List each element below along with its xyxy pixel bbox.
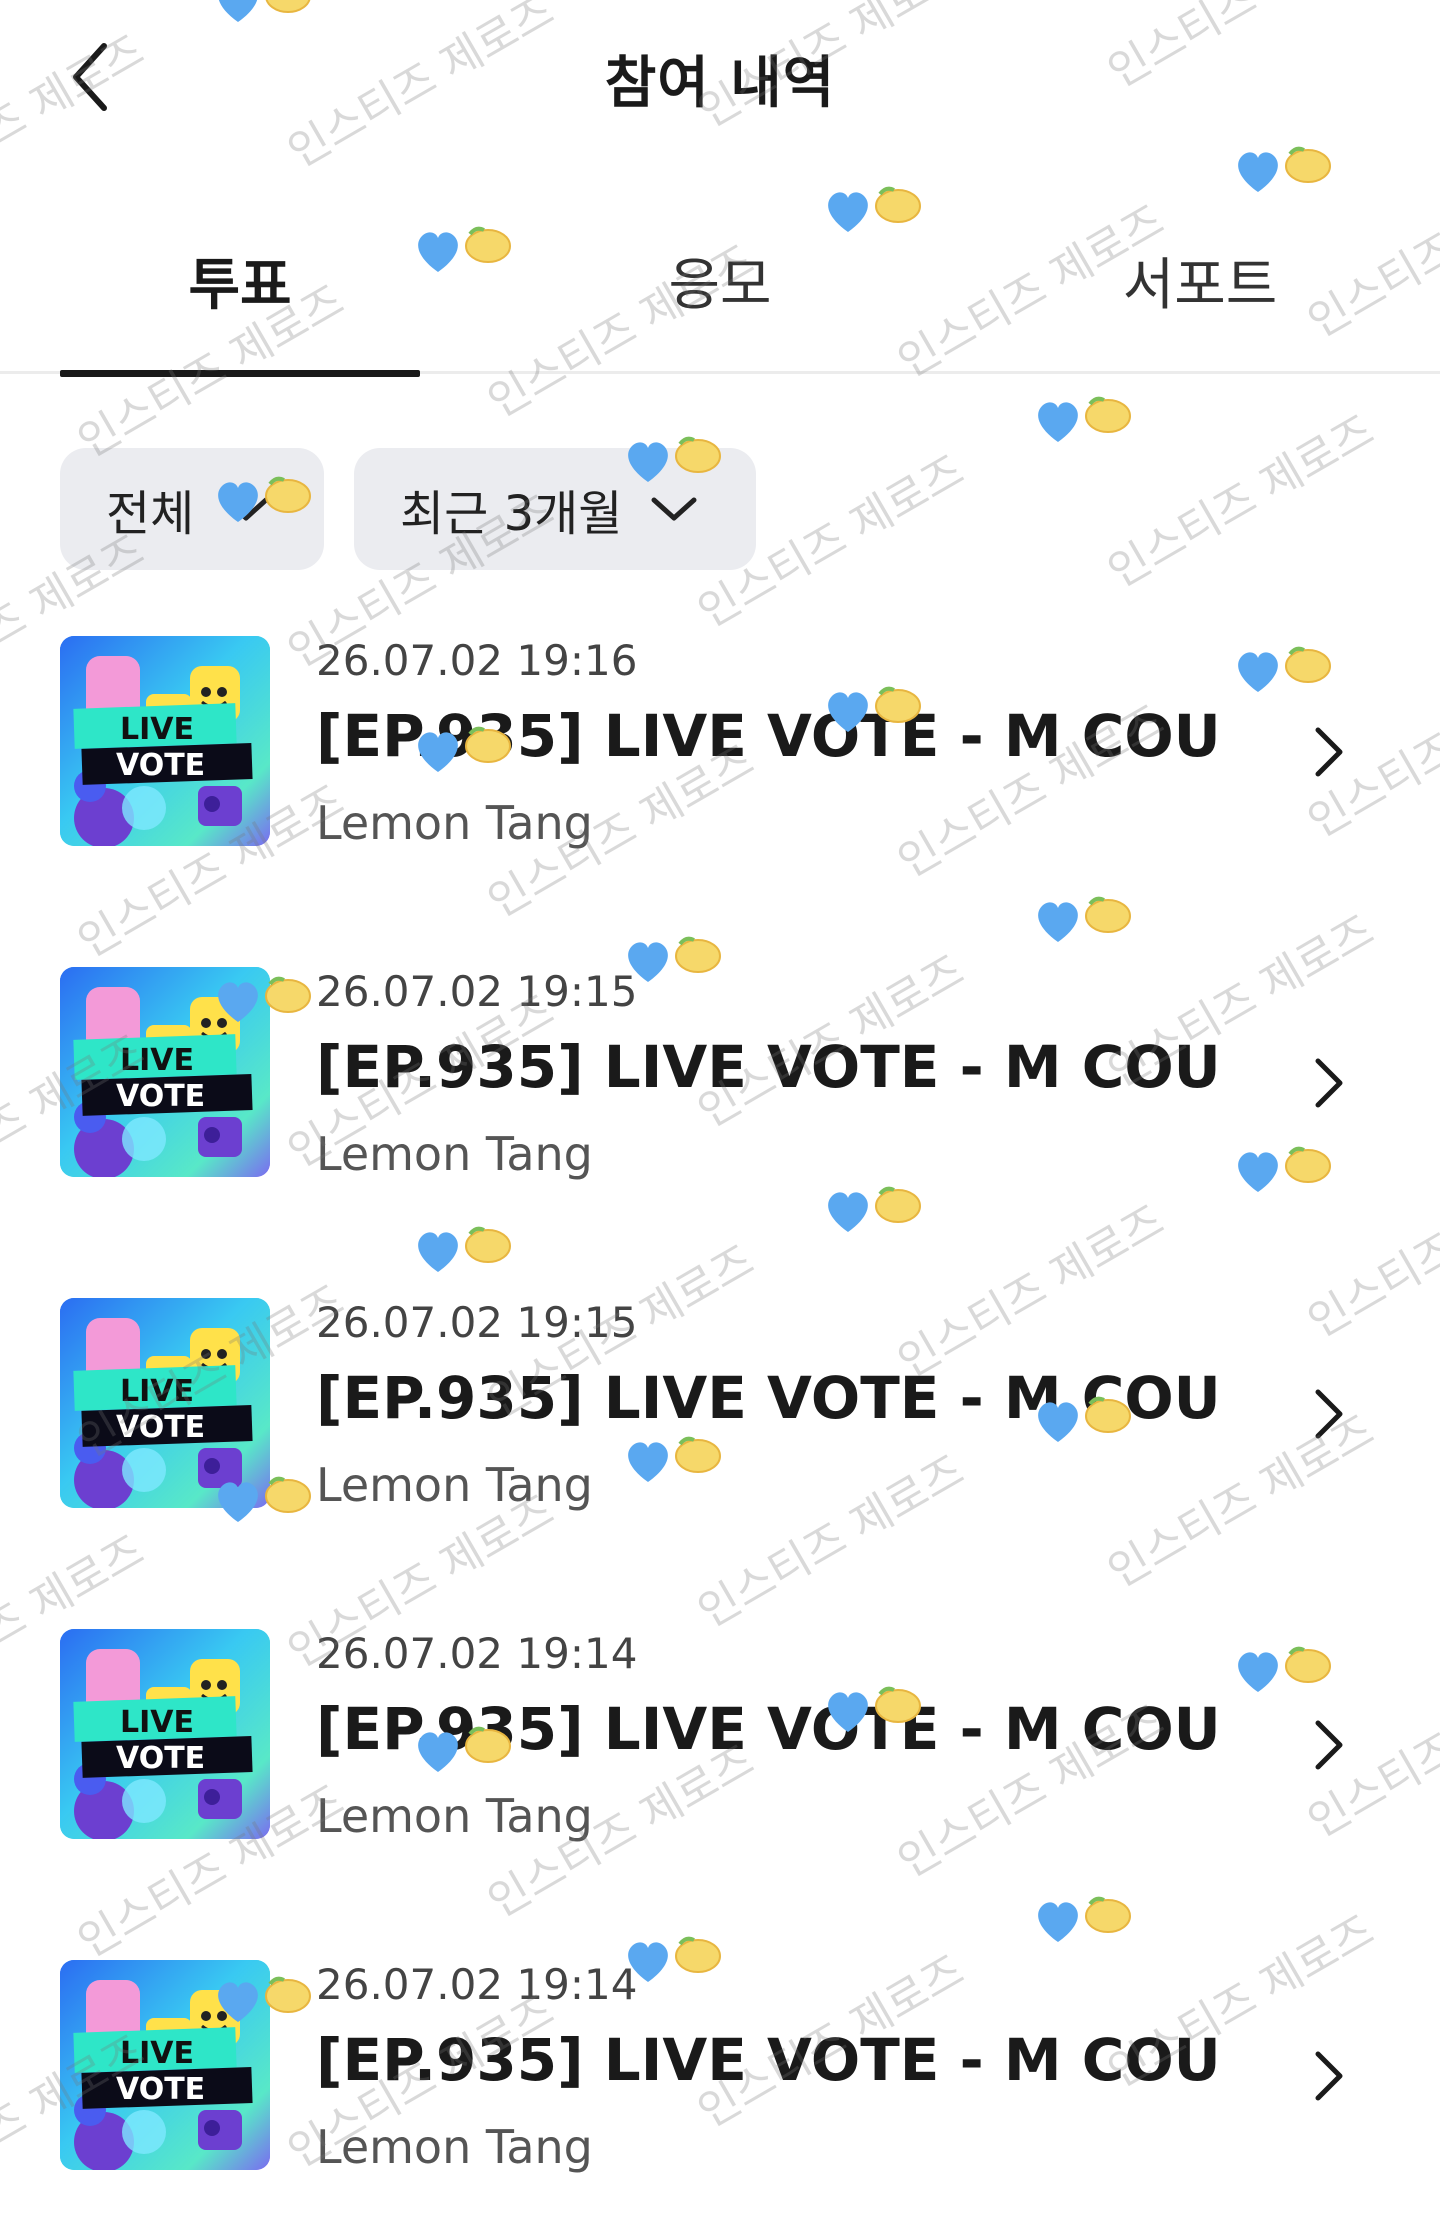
chevron-right-icon (1315, 727, 1343, 777)
active-tab-indicator (60, 370, 420, 377)
thumb-line2-text: VOTE (116, 1741, 205, 1776)
list-item[interactable]: LIVE VOTE 26.07.02 19:15 [EP.935] LIVE V… (0, 963, 1440, 1294)
vote-thumbnail: LIVE VOTE (60, 967, 270, 1177)
vote-history-list: LIVE VOTE 26.07.02 19:16 [EP.935] LIVE V… (0, 632, 1440, 2240)
vote-title: [EP.935] LIVE VOTE - M COUN... (316, 1033, 1216, 1101)
vote-date: 26.07.02 19:15 (316, 967, 638, 1016)
period-filter-dropdown[interactable]: 최근 3개월 (354, 448, 756, 570)
tab-vote[interactable]: 투표 (60, 240, 420, 377)
artist-name: Lemon Tang (316, 796, 593, 850)
artist-name: Lemon Tang (316, 1458, 593, 1512)
vote-title: [EP.935] LIVE VOTE - M COUN... (316, 2026, 1216, 2094)
vote-date: 26.07.02 19:14 (316, 1960, 638, 2009)
vote-title: [EP.935] LIVE VOTE - M COUN... (316, 1695, 1216, 1763)
tab-bar: 투표 응모 서포트 (0, 220, 1440, 377)
heart-lemon-icon (1038, 396, 1131, 442)
thumb-line1-text: LIVE (120, 712, 194, 747)
category-filter-dropdown[interactable]: 전체 (60, 448, 324, 570)
list-item[interactable]: LIVE VOTE 26.07.02 19:14 [EP.935] LIVE V… (0, 1625, 1440, 1956)
period-filter-label: 최근 3개월 (400, 486, 623, 542)
tab-support[interactable]: 서포트 (1020, 240, 1380, 374)
chevron-down-icon (651, 497, 697, 521)
vote-thumbnail: LIVE VOTE (60, 1298, 270, 1508)
tab-support-label: 서포트 (1122, 253, 1278, 318)
chevron-right-icon (1315, 1389, 1343, 1439)
vote-thumbnail: LIVE VOTE (60, 1960, 270, 2170)
thumb-line2-text: VOTE (116, 1410, 205, 1445)
vote-title: [EP.935] LIVE VOTE - M COUN... (316, 1364, 1216, 1432)
chevron-right-icon (1315, 1720, 1343, 1770)
thumb-line1-text: LIVE (120, 2036, 194, 2071)
vote-date: 26.07.02 19:16 (316, 636, 638, 685)
list-item[interactable]: LIVE VOTE 26.07.02 19:16 [EP.935] LIVE V… (0, 632, 1440, 963)
live-vote-thumbnail-image: LIVE VOTE (60, 967, 270, 1177)
artist-name: Lemon Tang (316, 1127, 593, 1181)
tab-entry-label: 응모 (668, 253, 772, 318)
thumb-line2-text: VOTE (116, 1079, 205, 1114)
thumb-line1-text: LIVE (120, 1043, 194, 1078)
chevron-right-icon (1315, 1058, 1343, 1108)
list-item[interactable]: LIVE VOTE 26.07.02 19:15 [EP.935] LIVE V… (0, 1294, 1440, 1625)
live-vote-thumbnail-image: LIVE VOTE (60, 1298, 270, 1508)
thumb-line2-text: VOTE (116, 2072, 205, 2107)
live-vote-thumbnail-image: LIVE VOTE (60, 636, 270, 846)
page-title: 참여 내역 (604, 51, 836, 116)
vote-thumbnail: LIVE VOTE (60, 636, 270, 846)
thumb-line1-text: LIVE (120, 1374, 194, 1409)
chevron-down-icon (223, 497, 269, 521)
vote-date: 26.07.02 19:15 (316, 1298, 638, 1347)
thumb-line2-text: VOTE (116, 748, 205, 783)
category-filter-label: 전체 (106, 486, 195, 542)
thumb-line1-text: LIVE (120, 1705, 194, 1740)
header: 참여 내역 (0, 0, 1440, 160)
vote-date: 26.07.02 19:14 (316, 1629, 638, 1678)
list-item[interactable]: LIVE VOTE 26.07.02 19:14 [EP.935] LIVE V… (0, 1956, 1440, 2240)
watermark-text: 인스티즈 제로즈 (1099, 405, 1383, 598)
live-vote-thumbnail-image: LIVE VOTE (60, 1629, 270, 1839)
live-vote-thumbnail-image: LIVE VOTE (60, 1960, 270, 2170)
chevron-right-icon (1315, 2051, 1343, 2101)
tab-vote-label: 투표 (188, 253, 292, 318)
tab-entry[interactable]: 응모 (540, 240, 900, 374)
artist-name: Lemon Tang (316, 2120, 593, 2174)
filter-bar: 전체 최근 3개월 (60, 448, 756, 570)
artist-name: Lemon Tang (316, 1789, 593, 1843)
vote-thumbnail: LIVE VOTE (60, 1629, 270, 1839)
participation-history-screen: 참여 내역 투표 응모 서포트 전체 최근 3개월 LIVE VOTE 26.0… (0, 0, 1440, 2240)
vote-title: [EP.935] LIVE VOTE - M COUN... (316, 702, 1216, 770)
